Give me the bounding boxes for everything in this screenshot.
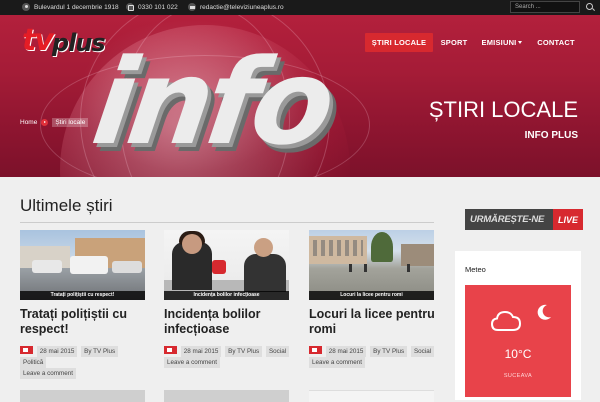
thumb-person bbox=[244, 254, 286, 292]
leave-comment-link[interactable]: Leave a comment bbox=[164, 357, 221, 368]
map-pin-icon bbox=[22, 3, 30, 11]
page-subtitle: INFO PLUS bbox=[524, 130, 578, 141]
article-author[interactable]: By TV Plus bbox=[81, 346, 119, 357]
top-bar: Bulevardul 1 decembrie 1918 0330 101 022… bbox=[0, 0, 600, 15]
thumb-face bbox=[182, 234, 202, 254]
article-date: 28 mai 2015 bbox=[180, 346, 222, 357]
chevron-down-icon bbox=[518, 41, 523, 44]
thumb-building bbox=[401, 244, 434, 266]
info-graphic-text: info bbox=[85, 33, 338, 171]
nav-stiri-locale[interactable]: ȘTIRI LOCALE bbox=[365, 33, 433, 52]
email-info[interactable]: redactie@televiziuneaplus.ro bbox=[188, 3, 284, 11]
nav-contact[interactable]: CONTACT bbox=[533, 33, 579, 52]
article-date: 28 mai 2015 bbox=[325, 346, 367, 357]
thumbnail-caption: Locuri la licee pentru romi bbox=[309, 291, 434, 300]
leave-comment-link[interactable]: Leave a comment bbox=[309, 357, 366, 368]
breadcrumb-home[interactable]: Home bbox=[20, 119, 37, 126]
live-badge: LIVE bbox=[553, 209, 583, 230]
thumbnail-caption: Incidența bolilor infecțioase bbox=[164, 291, 289, 300]
nav-emisiuni[interactable]: EMISIUNI bbox=[477, 33, 527, 52]
article-thumbnail[interactable] bbox=[164, 390, 289, 402]
phone-info: 0330 101 022 bbox=[126, 3, 178, 11]
article-author[interactable]: By TV Plus bbox=[225, 346, 263, 357]
meteo-widget: Meteo 10°C SUCEAVA bbox=[455, 251, 581, 400]
page-title: ȘTIRI LOCALE bbox=[428, 97, 578, 122]
video-camera-icon bbox=[309, 346, 322, 354]
search-icon[interactable] bbox=[586, 3, 593, 10]
weather-panel: 10°C SUCEAVA bbox=[465, 285, 571, 397]
thumb-person bbox=[364, 264, 367, 272]
meteo-title: Meteo bbox=[465, 265, 486, 274]
hero-banner: info tv plus ȘTIRI LOCALE SPORT EMISIUNI… bbox=[0, 15, 600, 177]
watch-live-button[interactable]: URMĂREȘTE-NE LIVE bbox=[465, 209, 583, 230]
article-thumbnail[interactable]: Locuri la licee pentru romi bbox=[309, 230, 434, 300]
email-text[interactable]: redactie@televiziuneaplus.ro bbox=[200, 4, 284, 11]
address-text: Bulevardul 1 decembrie 1918 bbox=[34, 3, 119, 11]
breadcrumb-current: Știri locale bbox=[52, 118, 89, 127]
thumb-face bbox=[254, 238, 273, 257]
mail-icon bbox=[188, 3, 196, 11]
breadcrumb-arrow-icon bbox=[41, 119, 49, 126]
thumb-windows bbox=[313, 240, 363, 256]
nav-emisiuni-label: EMISIUNI bbox=[481, 38, 517, 47]
section-title: Ultimele știri bbox=[20, 196, 113, 215]
temperature: 10°C bbox=[504, 347, 532, 361]
article-title[interactable]: Incidența bolilor infecțioase bbox=[164, 307, 294, 337]
breadcrumb: Home Știri locale bbox=[20, 118, 89, 127]
logo-plus: plus bbox=[51, 29, 106, 57]
thumb-car bbox=[112, 261, 142, 273]
article-meta: 28 mai 2015 By TV Plus Politică Leave a … bbox=[20, 346, 150, 379]
article-thumbnail[interactable]: Tratați polițiștii cu respect! bbox=[20, 230, 145, 300]
article-thumbnail[interactable] bbox=[309, 390, 434, 402]
video-camera-icon bbox=[20, 346, 33, 354]
section-divider bbox=[20, 222, 434, 223]
logo-tv: tv bbox=[22, 23, 54, 58]
watch-live-label: URMĂREȘTE-NE bbox=[470, 214, 545, 225]
thumb-person bbox=[349, 264, 352, 272]
article-thumbnail[interactable] bbox=[20, 390, 145, 402]
article-title[interactable]: Tratați polițiștii cu respect! bbox=[20, 307, 150, 337]
article-category[interactable]: Politică bbox=[20, 357, 47, 368]
phone-icon bbox=[126, 3, 134, 11]
article-date: 28 mai 2015 bbox=[36, 346, 78, 357]
moon-icon bbox=[537, 304, 551, 320]
article-meta: 28 mai 2015 By TV Plus Social Leave a co… bbox=[164, 346, 294, 368]
thumb-person bbox=[407, 264, 410, 272]
article-title[interactable]: Locuri la licee pentru romi bbox=[309, 307, 439, 337]
thumb-microphone bbox=[212, 260, 226, 274]
article-author[interactable]: By TV Plus bbox=[370, 346, 408, 357]
address-info: Bulevardul 1 decembrie 1918 bbox=[22, 3, 119, 11]
article-category[interactable]: Social bbox=[410, 346, 435, 357]
article-meta: 28 mai 2015 By TV Plus Social Leave a co… bbox=[309, 346, 439, 368]
video-camera-icon bbox=[164, 346, 177, 354]
article-category[interactable]: Social bbox=[265, 346, 290, 357]
thumb-car bbox=[32, 260, 62, 273]
site-logo[interactable]: tv plus bbox=[22, 23, 106, 58]
thumb-police-van bbox=[70, 256, 108, 274]
phone-text: 0330 101 022 bbox=[138, 3, 178, 11]
thumbnail-caption: Tratați polițiștii cu respect! bbox=[20, 291, 145, 300]
nav-sport[interactable]: SPORT bbox=[439, 33, 469, 52]
leave-comment-link[interactable]: Leave a comment bbox=[20, 368, 77, 379]
weather-city: SUCEAVA bbox=[503, 373, 533, 379]
search-input[interactable]: Search ... bbox=[510, 1, 580, 13]
cloud-icon bbox=[491, 310, 521, 331]
article-thumbnail[interactable]: Incidența bolilor infecțioase bbox=[164, 230, 289, 300]
thumb-tree bbox=[371, 232, 393, 262]
